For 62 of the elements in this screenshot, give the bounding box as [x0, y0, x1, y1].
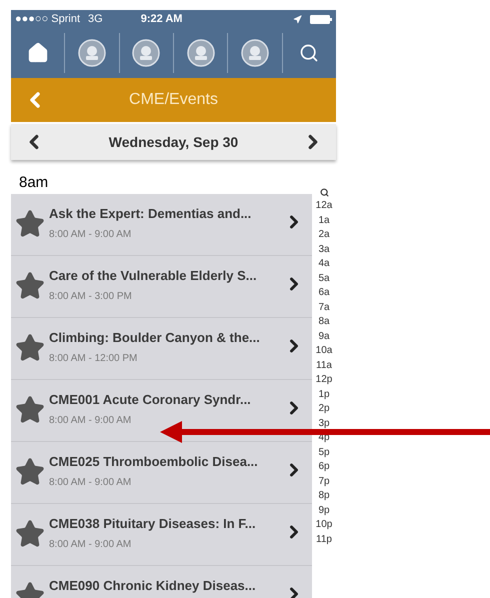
star-icon[interactable] — [15, 271, 45, 301]
date-label: Wednesday, Sep 30 — [108, 132, 238, 152]
event-row[interactable]: Climbing: Boulder Canyon & the... 8:00 AM - 12:00 PM — [11, 318, 312, 380]
star-icon[interactable] — [15, 519, 45, 549]
event-title: CME001 Acute Coronary Syndr... — [49, 391, 252, 409]
round-emblem-icon[interactable] — [132, 39, 160, 67]
round-emblem-icon[interactable] — [78, 39, 106, 67]
event-title: Climbing: Boulder Canyon & the... — [49, 329, 261, 347]
hour-index-item[interactable]: 10a — [316, 344, 332, 358]
event-row[interactable]: CME038 Pituitary Diseases: In F... 8:00 AM - 9:00 AM — [11, 504, 312, 566]
page-title: CME/Events — [128, 90, 219, 110]
hour-index-item[interactable]: 9a — [318, 330, 330, 344]
star-icon[interactable] — [15, 395, 45, 425]
star-icon[interactable] — [15, 457, 45, 487]
hour-index-item[interactable]: 12a — [316, 199, 332, 214]
hour-index-item[interactable]: 8a — [318, 315, 330, 330]
hour-index-item[interactable]: 6p — [318, 460, 330, 474]
hour-index-item[interactable]: 2a — [318, 228, 330, 242]
hour-index-item[interactable]: 4a — [318, 257, 330, 272]
event-title: Care of the Vulnerable Elderly S... — [49, 267, 258, 285]
event-title: CME090 Chronic Kidney Diseas... — [49, 577, 257, 595]
hour-index-item[interactable]: 8p — [318, 489, 330, 504]
event-title: CME025 Thromboembolic Disea... — [49, 453, 259, 471]
star-icon[interactable] — [15, 333, 45, 363]
round-emblem-icon[interactable] — [186, 39, 215, 67]
event-title: Ask the Expert: Dementias and... — [49, 205, 252, 223]
event-time: 8:00 AM - 9:00 AM — [49, 538, 132, 552]
battery-icon — [310, 14, 332, 24]
hour-index-item[interactable]: 1a — [318, 214, 330, 228]
hour-index-item[interactable]: 5p — [318, 446, 330, 460]
hour-index-item[interactable]: 9p — [318, 504, 330, 518]
event-time: 8:00 AM - 12:00 PM — [49, 352, 138, 366]
hour-index-item[interactable]: 10p — [316, 518, 332, 532]
event-time: 8:00 AM - 9:00 AM — [49, 476, 132, 490]
event-row[interactable]: CME025 Thromboembolic Disea... 8:00 AM - 9:00 AM — [11, 442, 312, 504]
star-icon[interactable] — [15, 209, 45, 239]
round-emblem-icon[interactable] — [240, 39, 269, 67]
clock-label: 9:22 AM — [140, 12, 182, 27]
hour-index-item[interactable]: 11p — [316, 532, 332, 547]
search-icon[interactable] — [299, 43, 320, 63]
event-time: 8:00 AM - 9:00 AM — [49, 414, 132, 428]
hour-index-item[interactable]: 7a — [318, 300, 330, 315]
event-row[interactable]: Care of the Vulnerable Elderly S... 8:00 AM - 3:00 PM — [11, 256, 312, 318]
section-header: 8am — [19, 173, 48, 193]
search-icon[interactable] — [320, 188, 328, 197]
carrier-label: ●●●○○ Sprint — [15, 12, 80, 27]
hour-index-item[interactable]: 11a — [316, 358, 332, 373]
location-icon — [293, 14, 302, 24]
hour-index-item[interactable]: 12p — [316, 373, 332, 388]
network-label: 3G — [88, 12, 103, 27]
hour-index-item[interactable]: 6a — [318, 286, 330, 300]
event-title: CME038 Pituitary Diseases: In F... — [49, 515, 257, 533]
hour-index-item[interactable]: 3a — [318, 242, 330, 257]
home-icon[interactable] — [26, 42, 49, 64]
hour-index-item[interactable]: 5a — [318, 272, 330, 286]
hour-index-item[interactable]: 1p — [318, 388, 330, 402]
event-time: 8:00 AM - 3:00 PM — [49, 290, 133, 304]
event-row[interactable]: Ask the Expert: Dementias and... 8:00 AM - 9:00 AM — [11, 194, 312, 256]
hour-index-item[interactable]: 3p — [318, 416, 330, 431]
hour-index-item[interactable]: 7p — [318, 474, 330, 489]
event-time: 8:00 AM - 9:00 AM — [49, 228, 132, 242]
hour-index-item[interactable]: 2p — [318, 402, 330, 416]
